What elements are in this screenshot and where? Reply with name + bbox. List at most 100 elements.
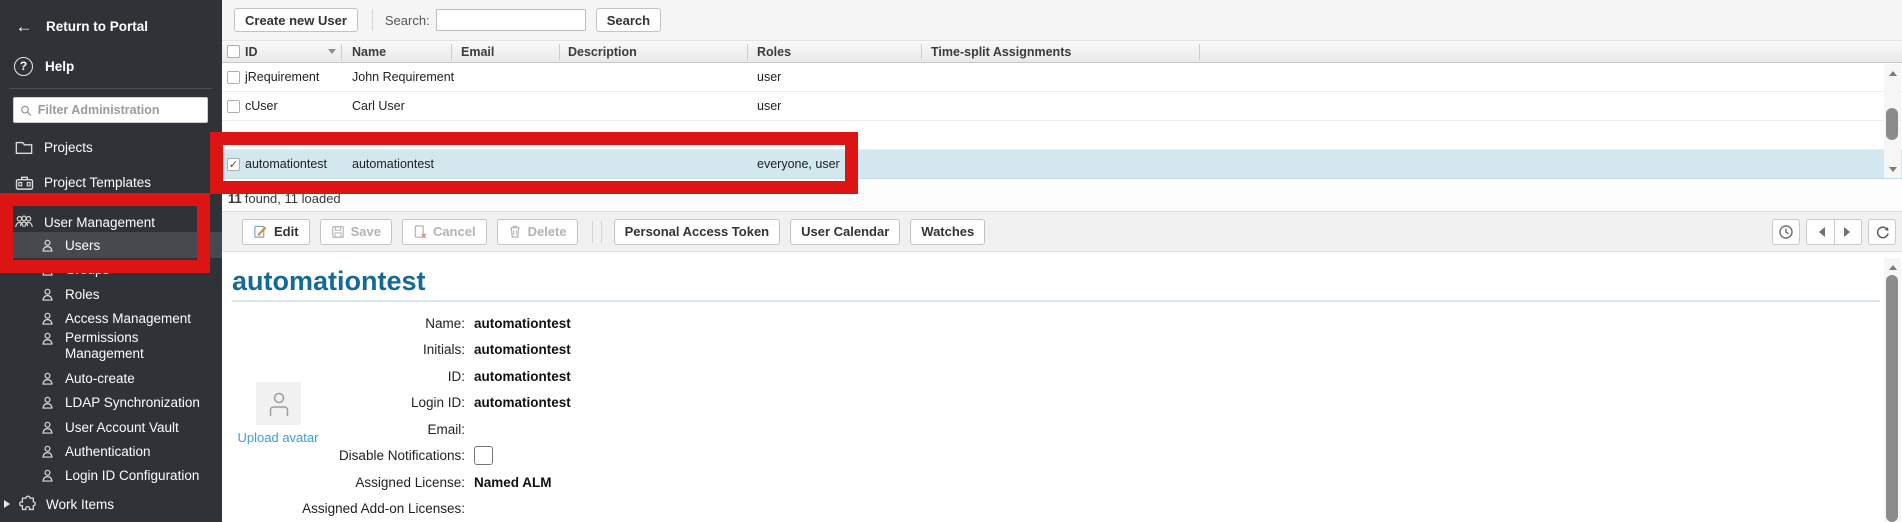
table-row[interactable]: cUser Carl User user [222, 92, 1902, 121]
cell-roles: user [757, 92, 781, 120]
column-header-time-split[interactable]: Time-split Assignments [931, 41, 1071, 62]
edit-button[interactable]: Edit [242, 219, 310, 245]
cell-id: cUser [245, 92, 278, 120]
sidebar-item-login-id-configuration[interactable]: Login ID Configuration [0, 463, 222, 488]
create-new-user-button[interactable]: Create new User [234, 8, 358, 32]
disable-notifications-checkbox[interactable] [474, 446, 493, 465]
field-value: automationtest [474, 395, 571, 410]
field-row: Name: automationtest [232, 310, 571, 337]
cell-name: Carl User [352, 92, 405, 120]
sidebar-item-auto-create[interactable]: Auto-create [0, 366, 222, 391]
users-table-header: ID Name Email Description Roles Time-spl… [222, 40, 1902, 63]
sort-descending-icon[interactable] [328, 41, 336, 62]
field-row: Initials: automationtest [232, 337, 571, 364]
personal-access-token-button[interactable]: Personal Access Token [614, 219, 781, 245]
sidebar-item-projects[interactable]: Projects [0, 135, 222, 160]
user-icon [40, 469, 55, 482]
field-value: automationtest [474, 369, 571, 384]
sidebar-item-roles[interactable]: Roles [0, 282, 222, 307]
app-window: ← Return to Portal ? Help Projects Proje… [0, 0, 1902, 522]
row-checkbox[interactable] [227, 71, 240, 84]
user-icon [40, 312, 55, 325]
scrollbar-thumb[interactable] [1886, 108, 1898, 140]
forward-button[interactable] [1834, 219, 1862, 245]
column-header-name[interactable]: Name [352, 41, 386, 62]
field-label: Disable Notifications: [232, 448, 465, 463]
user-icon [40, 396, 55, 409]
cell-name: John Requirement [352, 63, 454, 91]
search-button[interactable]: Search [596, 8, 661, 32]
field-value: automationtest [474, 342, 571, 357]
forward-icon [1844, 227, 1855, 237]
sidebar-divider [10, 88, 212, 89]
save-button[interactable]: Save [320, 219, 392, 245]
delete-button[interactable]: Delete [497, 219, 578, 245]
field-label: Assigned License: [232, 475, 465, 490]
folder-icon [14, 140, 34, 155]
column-separator [921, 44, 922, 60]
cancel-button[interactable]: Cancel [402, 219, 487, 245]
watches-button[interactable]: Watches [910, 219, 985, 245]
history-button[interactable] [1772, 219, 1800, 245]
field-row: Disable Notifications: [232, 443, 571, 470]
sidebar-item-project-templates[interactable]: Project Templates [0, 170, 222, 195]
field-label: Initials: [232, 342, 465, 357]
sidebar-item-authentication[interactable]: Authentication [0, 439, 222, 464]
column-header-roles[interactable]: Roles [757, 41, 791, 62]
heading-divider [232, 300, 1880, 302]
cell-id: jRequirement [245, 63, 319, 91]
column-header-description[interactable]: Description [568, 41, 637, 62]
edit-icon [253, 224, 268, 239]
sidebar-item-work-items[interactable]: Work Items [0, 491, 222, 517]
field-row: Assigned Add-on Licenses: [232, 496, 571, 522]
search-label: Search: [385, 13, 430, 28]
annotation-box-selected-row [210, 132, 858, 194]
column-separator [747, 44, 748, 60]
help-button[interactable]: ? Help [0, 52, 222, 80]
user-icon [40, 372, 55, 385]
annotation-box-sidebar-users [0, 193, 210, 273]
sidebar-item-user-account-vault[interactable]: User Account Vault [0, 415, 222, 440]
action-toolbar: Edit Save Cancel Delete Personal Access … [222, 212, 1902, 252]
search-input[interactable] [436, 9, 586, 31]
refresh-button[interactable] [1868, 219, 1896, 245]
sidebar-item-permissions-management[interactable]: Permissions Management [0, 326, 222, 366]
back-button[interactable] [1806, 219, 1834, 245]
scroll-down-icon[interactable] [1884, 164, 1901, 178]
row-checkbox[interactable] [227, 100, 240, 113]
expand-chevron-icon[interactable] [4, 500, 14, 508]
sidebar-item-ldap-synchronization[interactable]: LDAP Synchronization [0, 390, 222, 415]
table-row[interactable]: jRequirement John Requirement user [222, 63, 1902, 92]
field-label: Assigned Add-on Licenses: [232, 501, 465, 516]
field-row: Login ID: automationtest [232, 390, 571, 417]
column-header-email[interactable]: Email [461, 41, 494, 62]
field-value: automationtest [474, 316, 571, 331]
top-toolbar: Create new User Search: Search [222, 0, 1902, 40]
column-header-id[interactable]: ID [245, 41, 258, 62]
column-separator [559, 44, 560, 60]
user-detail-title: automationtest [232, 266, 426, 297]
back-icon [1814, 227, 1825, 237]
field-row: ID: automationtest [232, 363, 571, 390]
detail-scrollbar[interactable] [1884, 258, 1901, 522]
table-scrollbar[interactable] [1884, 64, 1901, 178]
scroll-up-icon[interactable] [1884, 64, 1901, 78]
select-all-checkbox[interactable] [227, 41, 240, 62]
user-icon [40, 421, 55, 434]
cancel-icon [413, 224, 427, 239]
scrollbar-thumb[interactable] [1886, 275, 1898, 522]
filter-administration-input[interactable] [38, 103, 201, 117]
puzzle-icon [16, 495, 36, 514]
toolbar-divider [372, 9, 373, 31]
field-row: Assigned License: Named ALM [232, 469, 571, 496]
briefcase-icon [14, 175, 34, 191]
save-icon [331, 225, 345, 239]
scroll-up-icon[interactable] [1884, 258, 1901, 272]
field-label: ID: [232, 369, 465, 384]
user-fields: Name: automationtest Initials: automatio… [232, 310, 571, 522]
return-to-portal-button[interactable]: ← Return to Portal [0, 12, 222, 40]
user-icon [40, 445, 55, 458]
user-calendar-button[interactable]: User Calendar [790, 219, 900, 245]
field-value: Named ALM [474, 475, 552, 490]
user-icon [40, 332, 55, 345]
